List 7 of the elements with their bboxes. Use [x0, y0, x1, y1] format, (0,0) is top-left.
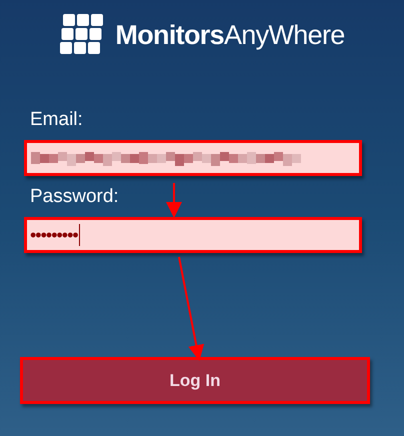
password-label: Password: [30, 185, 119, 209]
arrow [166, 183, 182, 218]
password-field[interactable]: ••••••••• [24, 217, 362, 253]
brand-name: MonitorsAnyWhere [115, 18, 345, 52]
email-field[interactable] [24, 140, 362, 176]
email-label: Email: [30, 108, 83, 132]
log-in-button[interactable]: Log In [20, 357, 370, 404]
